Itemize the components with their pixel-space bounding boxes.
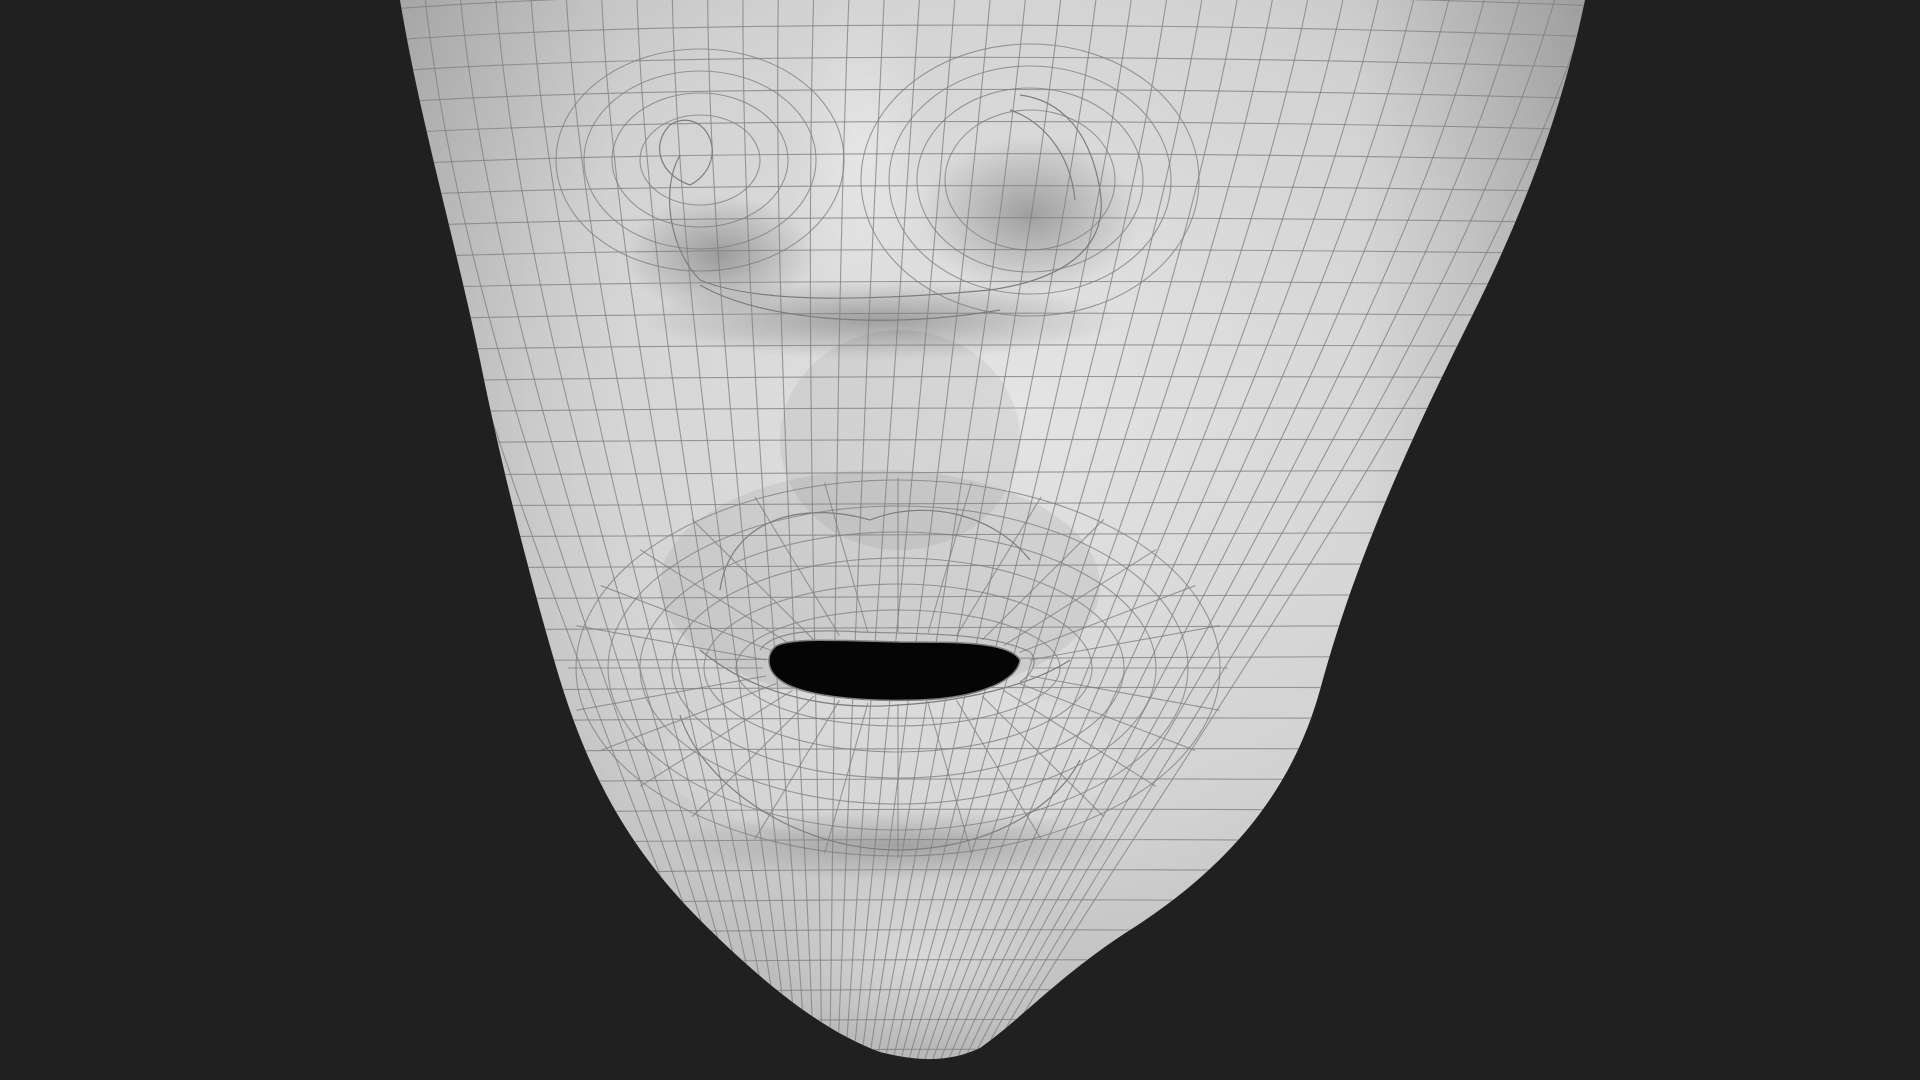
right-nostril-shadow [920, 135, 1140, 295]
face-mesh-render [400, 0, 1585, 1060]
face-surface-shading [400, 0, 1585, 1060]
render-viewport[interactable] [0, 0, 1920, 1080]
